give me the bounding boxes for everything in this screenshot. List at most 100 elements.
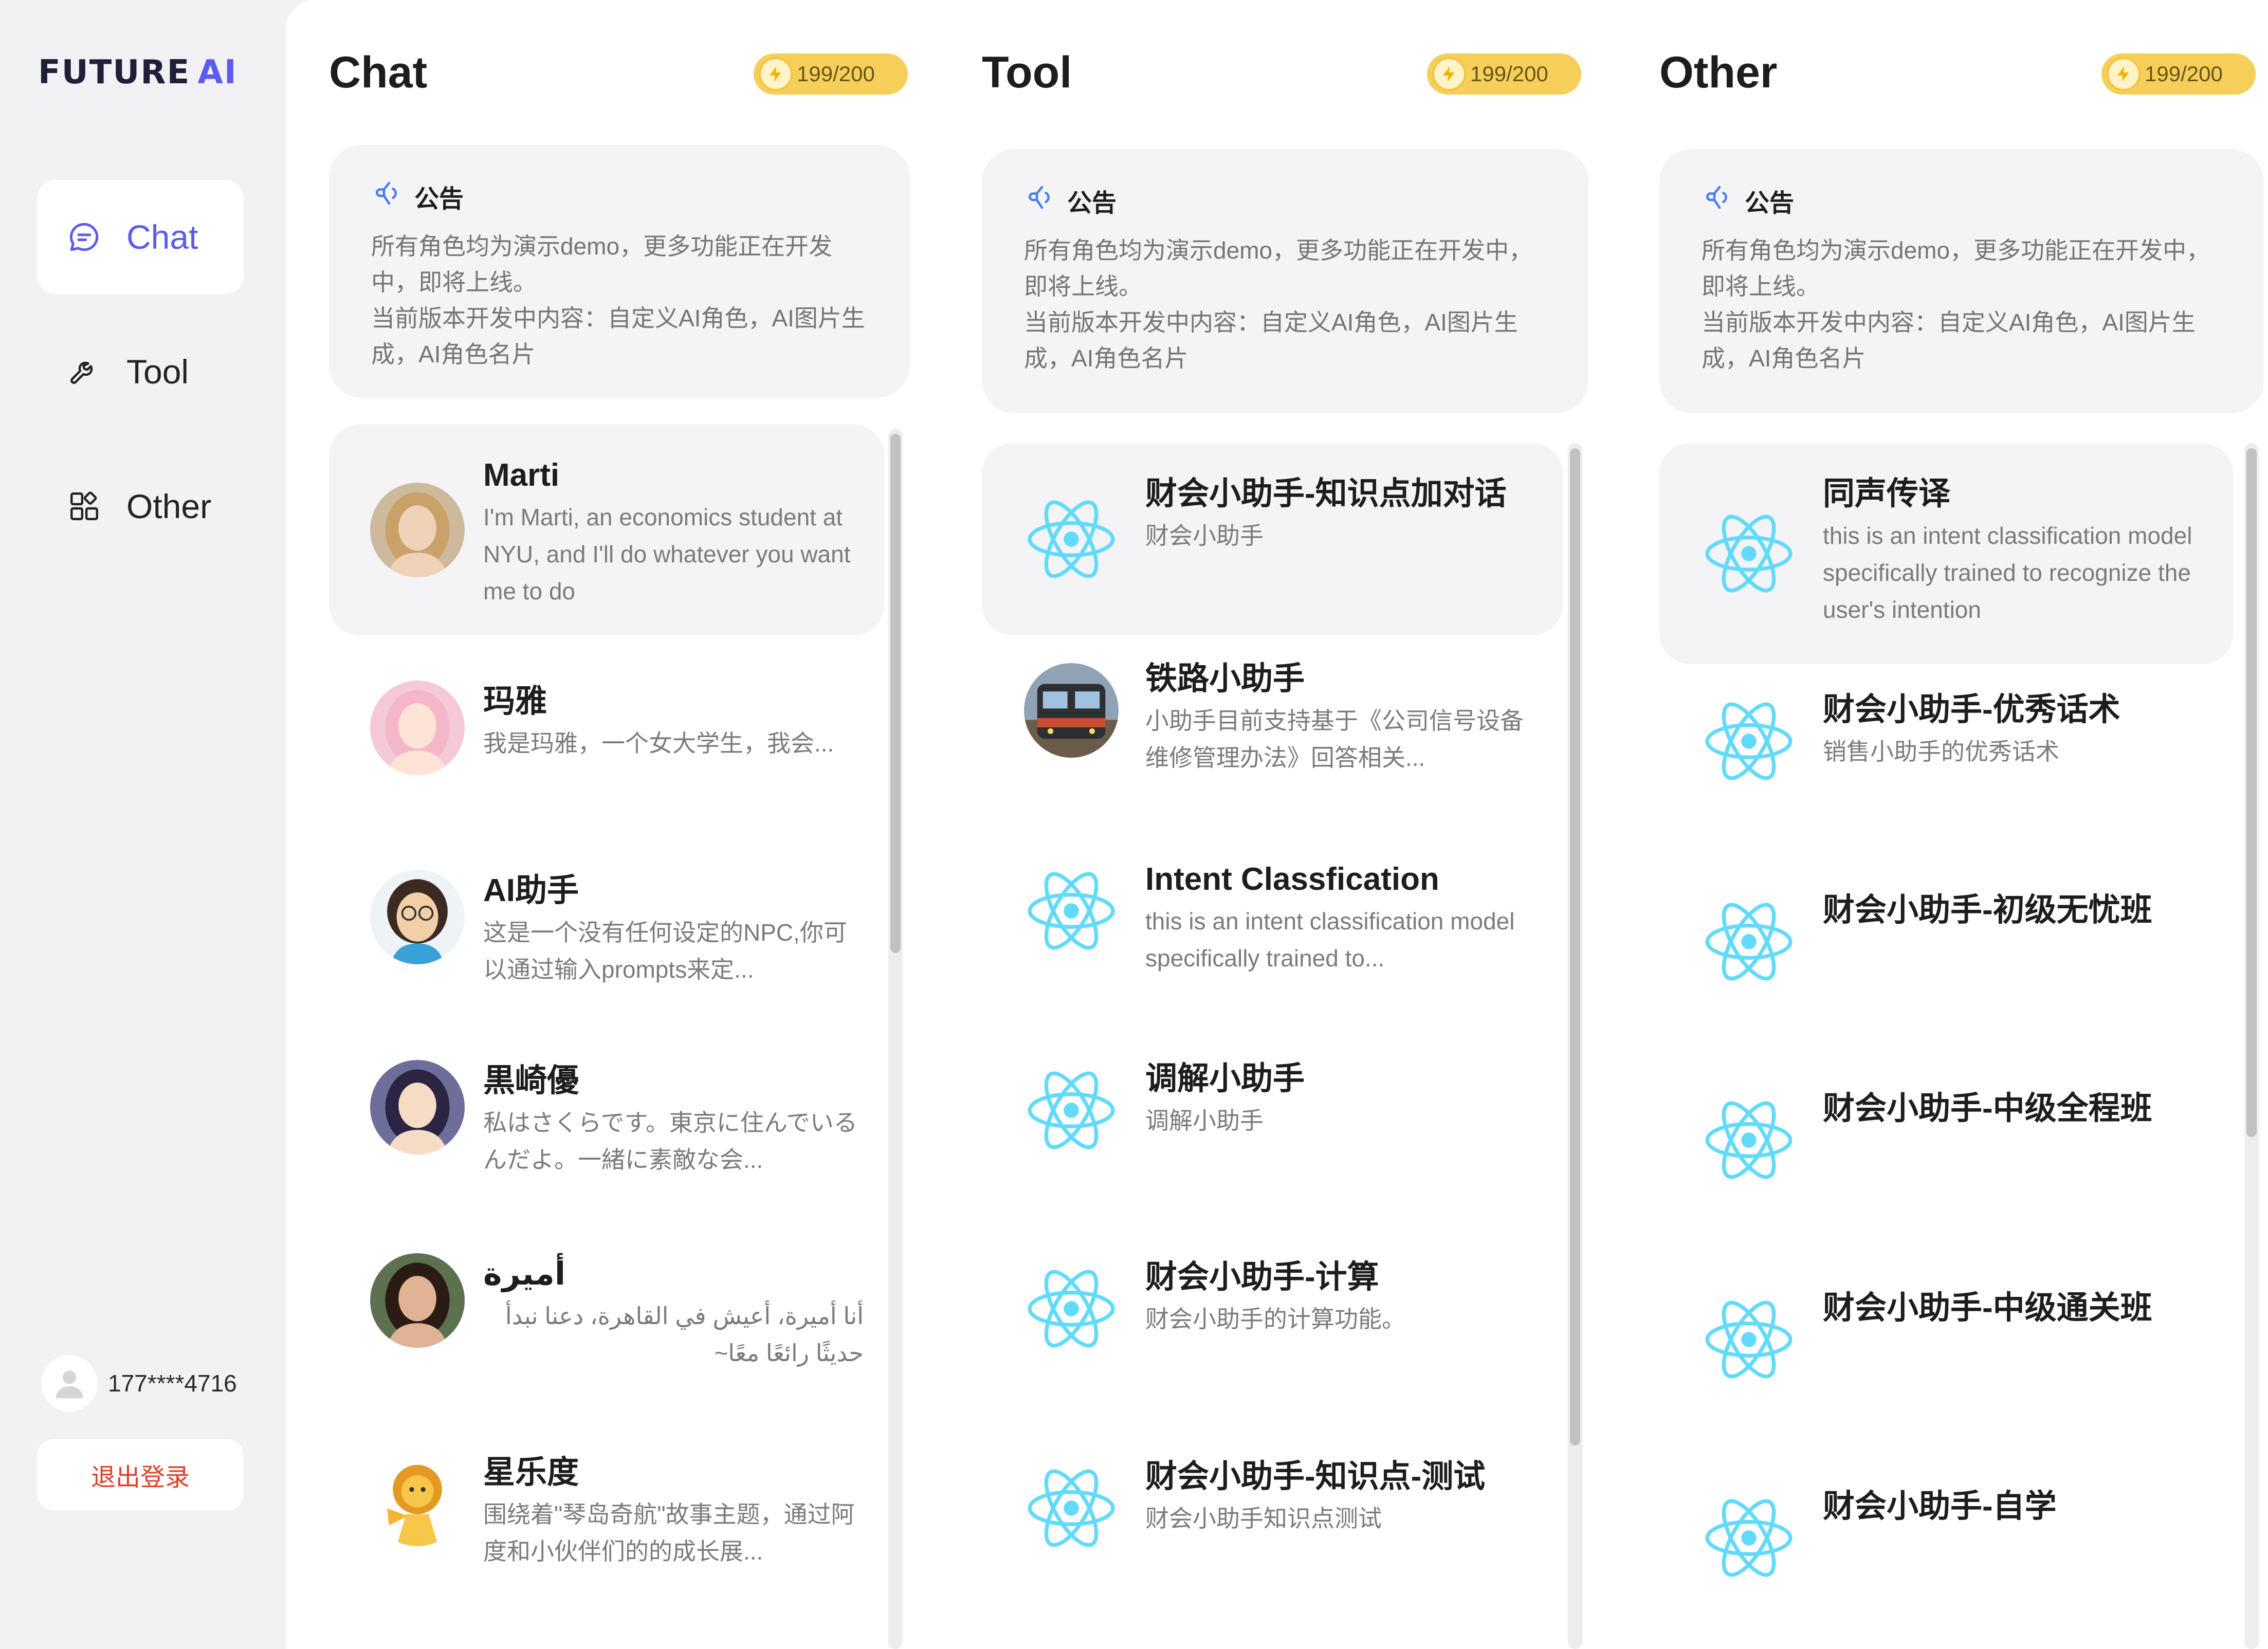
scrollbar[interactable] <box>2244 443 2259 1649</box>
list-item-name: 财会小助手-知识点加对话 <box>1145 476 1507 511</box>
scrollbar-thumb[interactable] <box>890 434 901 953</box>
list-item-description: 调解小助手 <box>1145 1107 1264 1134</box>
list-item-text: 调解小助手 调解小助手 <box>1145 1056 1546 1139</box>
list-item[interactable]: أميرة أنا أميرة، أعيش في القاهرة، دعنا نب… <box>329 1223 884 1378</box>
react-atom-icon <box>1702 1292 1796 1387</box>
avatar <box>370 1060 465 1155</box>
megaphone-icon <box>1702 182 1732 219</box>
scrollbar[interactable] <box>888 429 903 1649</box>
notice-line-2: 当前版本开发中内容：自定义AI角色，AI图片生成，AI角色名片 <box>1024 309 1518 372</box>
list-item-description: this is an intent classification model s… <box>1145 908 1515 972</box>
lightning-icon <box>759 57 793 91</box>
list-item-name: Intent Classfication <box>1145 862 1439 897</box>
list-item-description: 围绕着"琴岛奇航"故事主题，通过阿度和小伙伴们的的成长展... <box>483 1501 855 1565</box>
list-item[interactable]: 财会小助手-初级无忧班 <box>1659 859 2233 1024</box>
notice-line-1: 所有角色均为演示demo，更多功能正在开发中，即将上线。 <box>371 233 833 296</box>
list-item[interactable]: 调解小助手 调解小助手 <box>982 1028 1563 1193</box>
megaphone-icon <box>1024 182 1055 219</box>
list-item-name: 调解小助手 <box>1145 1061 1305 1096</box>
notice-card: 公告 所有角色均为演示demo，更多功能正在开发中，即将上线。 当前版本开发中内… <box>329 145 910 398</box>
react-atom-icon <box>1024 492 1119 587</box>
react-atom-icon <box>1702 506 1796 601</box>
list-item-description: this is an intent classification model s… <box>1823 522 2192 623</box>
logout-button[interactable]: 退出登录 <box>37 1439 244 1510</box>
list-item[interactable]: Intent Classfication this is an intent cl… <box>982 829 1563 993</box>
list-item[interactable]: 财会小助手-知识点-测试 财会小助手知识点测试 <box>982 1426 1563 1590</box>
quota-text: 199/200 <box>1470 62 1548 86</box>
scrollbar-thumb[interactable] <box>2246 448 2257 1137</box>
list-item-description: 财会小助手的计算功能。 <box>1145 1306 1405 1332</box>
list-item-text: 铁路小助手 小助手目前支持基于《公司信号设备维修管理办法》回答相关... <box>1145 656 1546 776</box>
lightning-icon <box>2107 57 2141 91</box>
scrollbar[interactable] <box>1568 443 1582 1649</box>
react-atom-icon <box>1702 1491 1796 1585</box>
notice-header: 公告 <box>1024 182 1546 219</box>
user-avatar-icon <box>41 1355 98 1412</box>
apps-grid-icon <box>66 488 103 525</box>
wrench-icon <box>66 353 103 390</box>
avatar <box>370 681 465 775</box>
notice-header: 公告 <box>1702 182 2222 219</box>
list-item[interactable]: AI助手 这是一个没有任何设定的NPC,你可以通过输入prompts来定... <box>329 840 884 994</box>
list-item-text: Intent Classfication this is an intent cl… <box>1145 856 1546 977</box>
list-item-text: 财会小助手-中级通关班 <box>1823 1285 2214 1331</box>
avatar <box>370 870 465 964</box>
sidebar-item-chat[interactable]: Chat <box>37 180 244 294</box>
notice-line-1: 所有角色均为演示demo，更多功能正在开发中，即将上线。 <box>1702 237 2210 300</box>
list-item-text: 财会小助手-知识点-测试 财会小助手知识点测试 <box>1145 1454 1546 1537</box>
column-title: Tool <box>982 48 1072 97</box>
react-atom-icon <box>1024 1261 1119 1356</box>
notice-line-2: 当前版本开发中内容：自定义AI角色，AI图片生成，AI角色名片 <box>1702 309 2196 372</box>
react-atom-icon <box>1024 1461 1119 1555</box>
list-item-text: 星乐度围绕着"琴岛奇航"故事主题，通过阿度和小伙伴们的的成长展... <box>483 1450 864 1570</box>
list-item-description: 我是玛雅，一个女大学生，我会... <box>483 730 834 757</box>
list-item[interactable]: 星乐度围绕着"琴岛奇航"故事主题，通过阿度和小伙伴们的的成长展... <box>329 1422 884 1576</box>
user-profile[interactable]: 177****4716 <box>41 1355 237 1412</box>
list-item-name: Marti <box>483 457 560 493</box>
list-item-text: أميرة أنا أميرة، أعيش في القاهرة، دعنا نب… <box>483 1251 864 1371</box>
list-item-name: 同声传译 <box>1823 476 1951 511</box>
list-item[interactable]: 财会小助手-中级通关班 <box>1659 1257 2233 1422</box>
list-item-text: 财会小助手-优秀话术 销售小助手的优秀话术 <box>1823 687 2214 770</box>
scrollbar-thumb[interactable] <box>1570 448 1580 1445</box>
list-item-text: AI助手 这是一个没有任何设定的NPC,你可以通过输入prompts来定... <box>483 868 864 988</box>
list-item-text: 财会小助手-初级无忧班 <box>1823 887 2214 933</box>
list-item[interactable]: 铁路小助手 小助手目前支持基于《公司信号设备维修管理办法》回答相关... <box>982 628 1563 793</box>
list-item-text: 黒崎優 私はさくらです。東京に住んでいるんだよ。一緒に素敵な会... <box>483 1058 864 1178</box>
notice-card: 公告 所有角色均为演示demo，更多功能正在开发中，即将上线。 当前版本开发中内… <box>1659 149 2264 413</box>
list-item[interactable]: 财会小助手-自学 <box>1659 1456 2233 1620</box>
notice-line-1: 所有角色均为演示demo，更多功能正在开发中，即将上线。 <box>1024 237 1533 300</box>
user-phone: 177****4716 <box>108 1370 237 1397</box>
list-item-name: 财会小助手-中级全程班 <box>1823 1091 2152 1126</box>
list-item[interactable]: 玛雅我是玛雅，一个女大学生，我会... <box>329 651 884 805</box>
list-item[interactable]: 同声传译 this is an intent classification mod… <box>1659 443 2233 664</box>
quota-badge: 199/200 <box>754 53 908 95</box>
lightning-icon <box>1432 57 1466 91</box>
sidebar: FUTURE AI Chat Tool Other 177****4716 退出… <box>0 0 286 1649</box>
list-item[interactable]: 财会小助手-优秀话术 销售小助手的优秀话术 <box>1659 659 2233 823</box>
sidebar-item-other[interactable]: Other <box>37 449 244 563</box>
react-atom-icon <box>1702 1093 1796 1187</box>
list-item-name: 财会小助手-初级无忧班 <box>1823 892 2152 928</box>
chat-bubble-icon <box>66 218 103 255</box>
list-item-name: 星乐度 <box>483 1455 579 1490</box>
list-item-description: 这是一个没有任何设定的NPC,你可以通过输入prompts来定... <box>483 919 847 983</box>
quota-badge: 199/200 <box>2101 53 2256 95</box>
react-atom-icon <box>1702 894 1796 989</box>
list-item[interactable]: 财会小助手-知识点加对话 财会小助手 <box>982 443 1563 635</box>
list-item[interactable]: 黒崎優 私はさくらです。東京に住んでいるんだよ。一緒に素敵な会... <box>329 1030 884 1184</box>
avatar <box>370 483 465 577</box>
list-item[interactable]: 财会小助手-计算财会小助手的计算功能。 <box>982 1226 1563 1391</box>
brand-logo-ai: AI <box>197 53 237 91</box>
list-item-name: 财会小助手-计算 <box>1145 1259 1379 1295</box>
sidebar-item-tool[interactable]: Tool <box>37 315 244 429</box>
notice-title: 公告 <box>414 186 464 213</box>
quota-text: 199/200 <box>797 62 875 86</box>
sidebar-item-label: Other <box>126 487 212 525</box>
sidebar-item-label: Chat <box>126 218 198 256</box>
list-item-name: 玛雅 <box>483 684 547 719</box>
list-item[interactable]: 财会小助手-中级全程班 <box>1659 1058 2233 1222</box>
list-item-description: 私はさくらです。東京に住んでいるんだよ。一緒に素敵な会... <box>483 1109 857 1173</box>
list-item[interactable]: Marti I'm Marti, an economics student at … <box>329 425 884 635</box>
list-item-text: 财会小助手-自学 <box>1823 1483 2214 1530</box>
